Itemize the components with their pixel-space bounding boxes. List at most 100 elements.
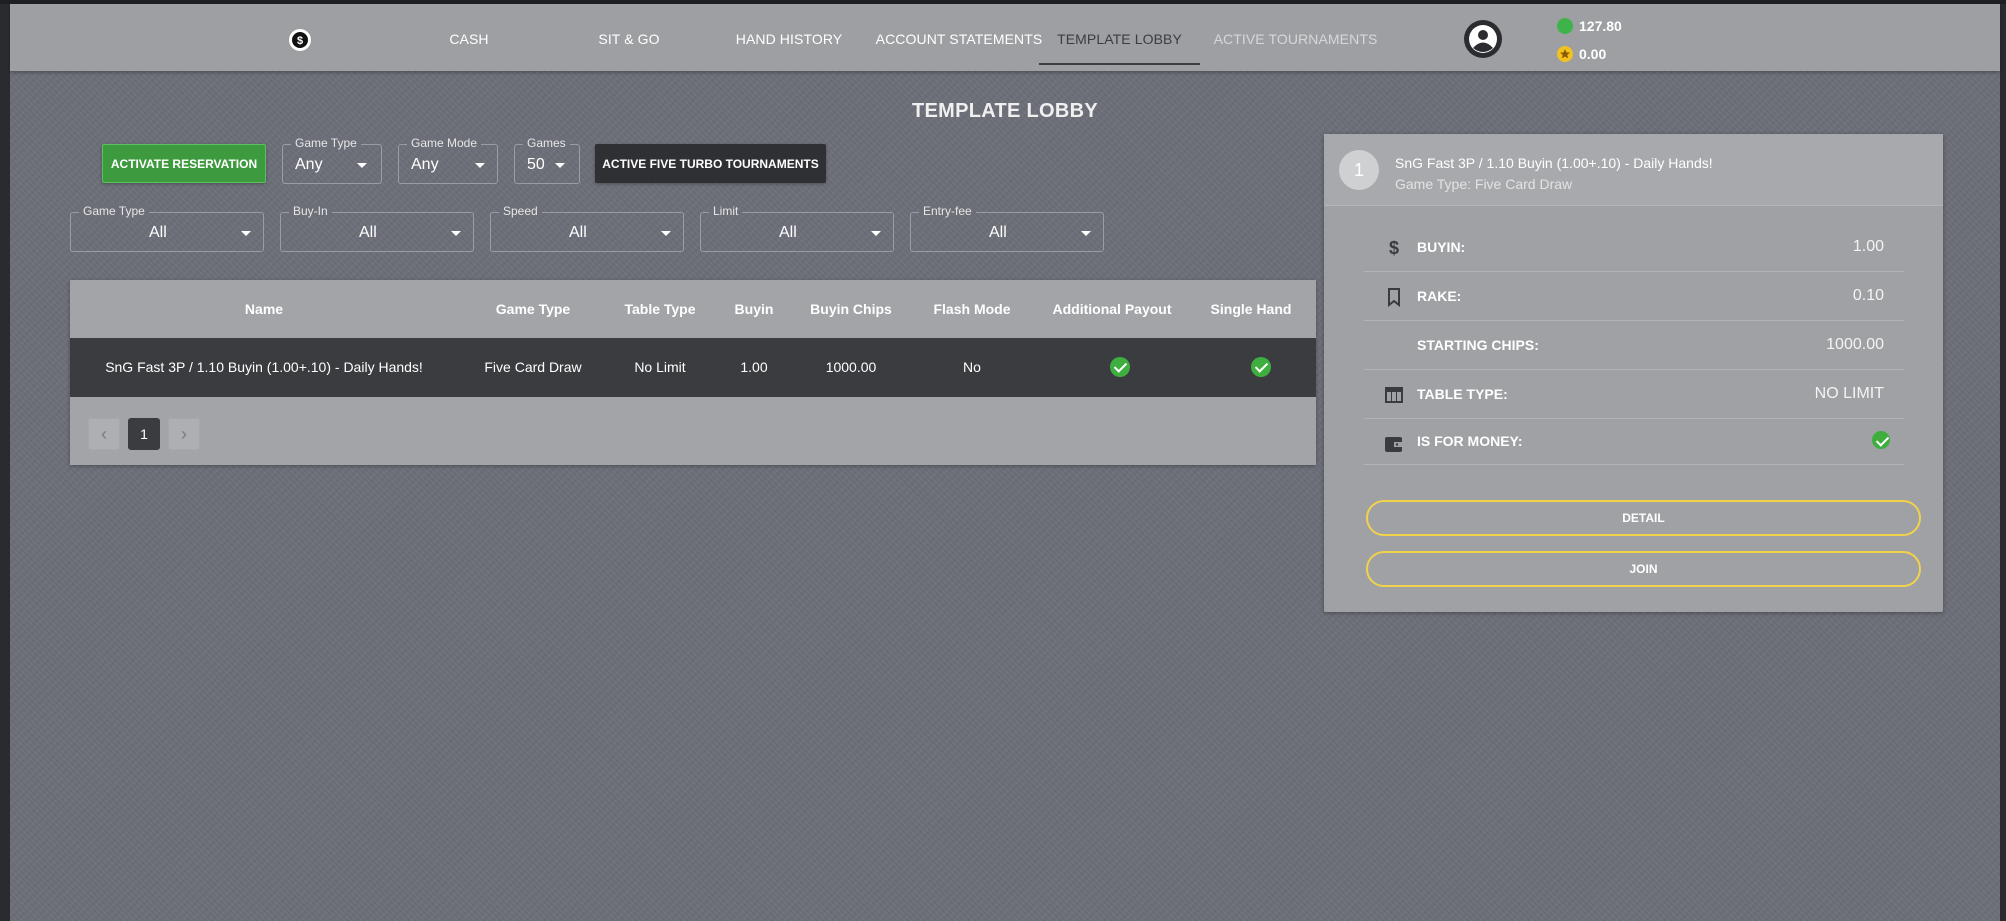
detail-label-is-for-money: IS FOR MONEY:: [1417, 433, 1523, 449]
account-avatar-icon[interactable]: [1463, 19, 1503, 59]
wallet-icon: [1385, 437, 1403, 452]
cash-icon: [1557, 18, 1573, 34]
table-icon: [1385, 387, 1403, 403]
single-hand-check-icon: [1251, 357, 1271, 377]
chevron-down-icon: [241, 231, 251, 236]
svg-text:$: $: [297, 35, 303, 47]
chevron-down-icon: [1081, 231, 1091, 236]
games-count-select-value: 50: [527, 156, 545, 173]
additional-payout-check-icon: [1110, 357, 1130, 377]
nav-active-tournaments[interactable]: ACTIVE TOURNAMENTS: [1212, 4, 1379, 71]
detail-row-buyin: $ BUYIN: 1.00: [1364, 223, 1904, 272]
chevron-down-icon: [555, 163, 565, 168]
points-balance: 0.00: [1557, 46, 1606, 62]
page-title: TEMPLATE LOBBY: [911, 100, 1099, 122]
chevron-down-icon: [357, 163, 367, 168]
nav-hand-history[interactable]: HAND HISTORY: [731, 4, 847, 71]
table-header: Name Game Type Table Type Buyin Buyin Ch…: [70, 280, 1316, 338]
template-table: Name Game Type Table Type Buyin Buyin Ch…: [70, 280, 1316, 465]
filter-limit-label: Limit: [709, 204, 743, 218]
detail-row-table-type: TABLE TYPE: NO LIMIT: [1364, 370, 1904, 419]
game-type-select[interactable]: Game Type Any: [282, 136, 382, 184]
filter-entry-fee-label: Entry-fee: [919, 204, 976, 218]
chevron-right-icon: ›: [181, 423, 187, 444]
filter-speed-label: Speed: [499, 204, 542, 218]
filter-speed-value: All: [569, 224, 587, 241]
cell-table-type: No Limit: [634, 359, 686, 375]
nav-sit-and-go[interactable]: SIT & GO: [590, 4, 668, 71]
cell-flash-mode: No: [963, 359, 981, 375]
nav-cash[interactable]: CASH: [431, 4, 507, 71]
game-mode-select-label: Game Mode: [407, 136, 482, 150]
column-header-additional-payout[interactable]: Additional Payout: [1038, 280, 1186, 338]
active-five-turbo-tournaments-button[interactable]: ACTIVE FIVE TURBO TOURNAMENTS: [595, 144, 826, 183]
games-count-select[interactable]: Games 50: [514, 136, 580, 184]
pagination-prev-button[interactable]: ‹: [88, 418, 120, 450]
detail-label-table-type: TABLE TYPE:: [1417, 386, 1508, 402]
column-header-name[interactable]: Name: [70, 280, 458, 338]
chevron-down-icon: [451, 231, 461, 236]
is-for-money-check-icon: [1872, 431, 1890, 449]
logo-icon[interactable]: $: [288, 28, 312, 52]
cash-balance-value: 127.80: [1579, 18, 1622, 34]
column-header-buyin-chips[interactable]: Buyin Chips: [796, 280, 906, 338]
game-type-select-label: Game Type: [291, 136, 361, 150]
nav-template-lobby[interactable]: TEMPLATE LOBBY: [1039, 4, 1200, 71]
cash-balance: 127.80: [1557, 18, 1622, 34]
chevron-down-icon: [661, 231, 671, 236]
detail-label-rake: RAKE:: [1417, 288, 1462, 304]
app-window: $ CASH SIT & GO HAND HISTORY ACCOUNT STA…: [10, 4, 2000, 921]
cell-buyin-chips: 1000.00: [825, 359, 877, 375]
detail-row-is-for-money: IS FOR MONEY:: [1364, 419, 1904, 465]
column-header-flash-mode[interactable]: Flash Mode: [906, 280, 1038, 338]
filter-speed[interactable]: Speed All: [490, 204, 684, 252]
filter-game-type-value: All: [149, 224, 167, 241]
chevron-down-icon: [475, 163, 485, 168]
column-header-buyin[interactable]: Buyin: [712, 280, 796, 338]
filter-buy-in[interactable]: Buy-In All: [280, 204, 474, 252]
detail-value-table-type: NO LIMIT: [1814, 385, 1884, 402]
nav-account-statements[interactable]: ACCOUNT STATEMENTS: [870, 4, 1048, 71]
cell-name: SnG Fast 3P / 1.10 Buyin (1.00+.10) - Da…: [105, 359, 423, 375]
tournament-detail-panel: 1 SnG Fast 3P / 1.10 Buyin (1.00+.10) - …: [1324, 134, 1943, 612]
filter-limit[interactable]: Limit All: [700, 204, 894, 252]
bookmark-icon: [1388, 288, 1400, 307]
pagination-next-button[interactable]: ›: [168, 418, 200, 450]
points-balance-value: 0.00: [1579, 46, 1607, 62]
detail-title: SnG Fast 3P / 1.10 Buyin (1.00+.10) - Da…: [1395, 155, 1713, 171]
filter-buy-in-label: Buy-In: [289, 204, 332, 218]
chevron-left-icon: ‹: [101, 423, 107, 444]
detail-row-rake: RAKE: 0.10: [1364, 272, 1904, 321]
activate-reservation-button[interactable]: ACTIVATE RESERVATION: [102, 144, 266, 183]
detail-label-starting-chips: STARTING CHIPS:: [1417, 337, 1539, 353]
column-header-game-type[interactable]: Game Type: [458, 280, 608, 338]
detail-value-buyin: 1.00: [1852, 238, 1884, 255]
detail-row-starting-chips: STARTING CHIPS: 1000.00: [1364, 321, 1904, 370]
game-mode-select[interactable]: Game Mode Any: [398, 136, 498, 184]
detail-header: 1 SnG Fast 3P / 1.10 Buyin (1.00+.10) - …: [1324, 134, 1943, 206]
filter-entry-fee-value: All: [989, 224, 1007, 241]
detail-subtitle: Game Type: Five Card Draw: [1395, 176, 1573, 192]
filter-buy-in-value: All: [359, 224, 377, 241]
pagination-page-1[interactable]: 1: [128, 418, 160, 450]
table-row[interactable]: SnG Fast 3P / 1.10 Buyin (1.00+.10) - Da…: [70, 338, 1316, 397]
detail-index-badge: 1: [1339, 150, 1379, 190]
column-header-single-hand[interactable]: Single Hand: [1186, 280, 1316, 338]
chevron-down-icon: [871, 231, 881, 236]
filter-limit-value: All: [779, 224, 797, 241]
game-mode-select-value: Any: [411, 156, 439, 173]
game-type-select-value: Any: [295, 156, 323, 173]
filter-entry-fee[interactable]: Entry-fee All: [910, 204, 1104, 252]
join-button[interactable]: JOIN: [1366, 551, 1921, 587]
filter-game-type-label: Game Type: [79, 204, 149, 218]
cell-buyin: 1.00: [740, 359, 768, 375]
column-header-table-type[interactable]: Table Type: [608, 280, 712, 338]
detail-label-buyin: BUYIN:: [1417, 239, 1466, 255]
star-coin-icon: [1557, 46, 1573, 62]
top-navigation: $ CASH SIT & GO HAND HISTORY ACCOUNT STA…: [10, 4, 2000, 71]
svg-text:$: $: [1389, 238, 1399, 258]
filter-game-type[interactable]: Game Type All: [70, 204, 264, 252]
detail-value-rake: 0.10: [1852, 287, 1884, 304]
dollar-icon: $: [1389, 238, 1399, 258]
detail-button[interactable]: DETAIL: [1366, 500, 1921, 536]
